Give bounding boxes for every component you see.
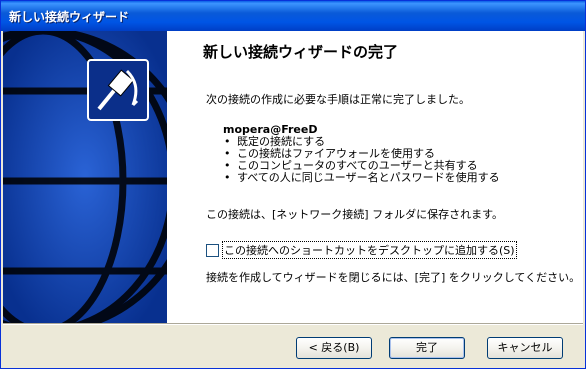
connection-summary: mopera@FreeD 既定の接続にする この接続はファイアウォールを使用する… (223, 124, 500, 185)
title-bar[interactable]: 新しい接続ウィザード (1, 1, 585, 31)
footer-divider (3, 323, 583, 325)
finish-button[interactable]: 完了 (389, 337, 465, 359)
back-button[interactable]: < 戻る(B) (296, 337, 372, 359)
shortcut-option[interactable]: この接続へのショートカットをデスクトップに追加する(S) (206, 241, 517, 259)
finish-instruction-text: 接続を作成してウィザードを閉じるには、[完了] をクリックしてください。 (206, 271, 581, 284)
intro-text: 次の接続の作成に必要な手順は正常に完了しました。 (206, 93, 470, 106)
cancel-button[interactable]: キャンセル (487, 337, 563, 359)
saved-location-text: この接続は、[ネットワーク接続] フォルダに保存されます。 (206, 208, 503, 221)
network-cable-icon (87, 59, 149, 121)
feature-list: 既定の接続にする この接続はファイアウォールを使用する このコンピュータのすべて… (223, 136, 500, 185)
side-panel-graphic (3, 31, 167, 323)
shortcut-checkbox-label[interactable]: この接続へのショートカットをデスクトップに追加する(S) (222, 241, 517, 259)
wizard-content: 新しい接続ウィザードの完了 次の接続の作成に必要な手順は正常に完了しました。 m… (3, 31, 583, 323)
page-heading: 新しい接続ウィザードの完了 (203, 43, 399, 61)
shortcut-checkbox[interactable] (206, 243, 219, 257)
wizard-window: 新しい接続ウィザード 新しい接続ウィザードの完了 次の接続の作成に必要な手順は正… (0, 0, 586, 369)
window-title: 新しい接続ウィザード (9, 10, 130, 24)
list-item: すべての人に同じユーザー名とパスワードを使用する (224, 172, 500, 185)
